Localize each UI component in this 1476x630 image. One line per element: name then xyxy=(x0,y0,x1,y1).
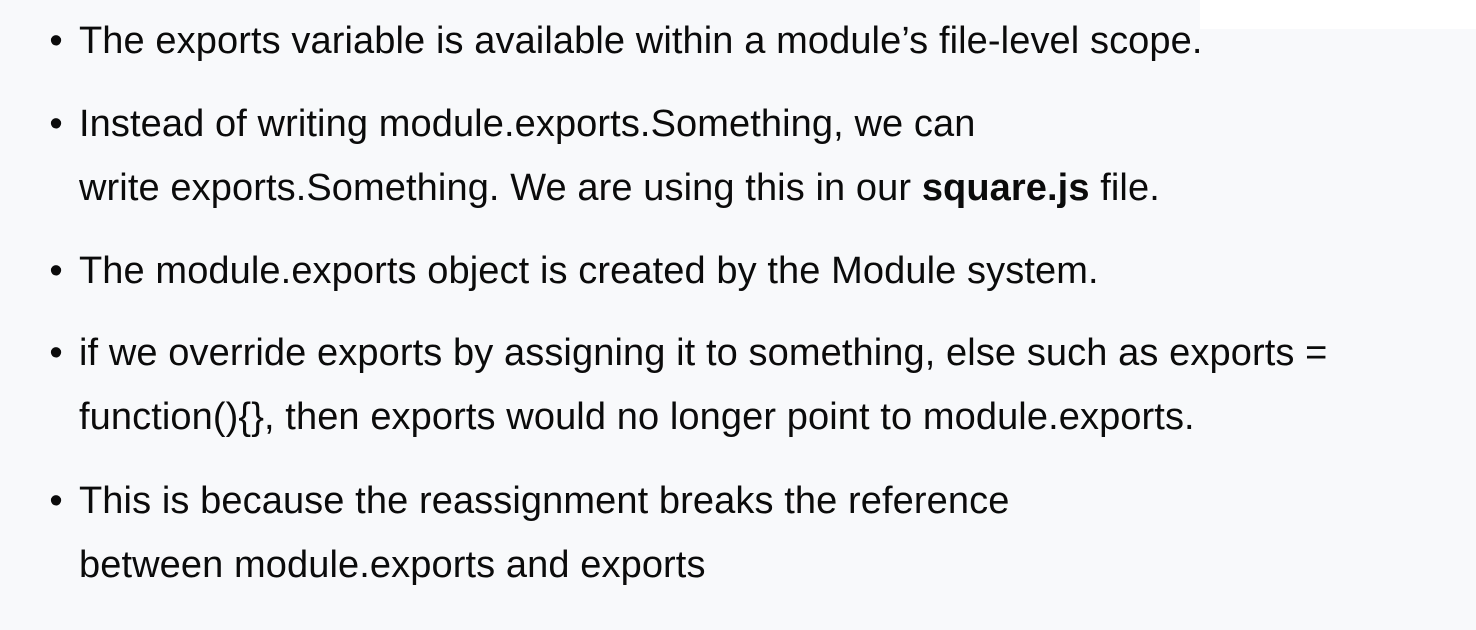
bullet-line: Instead of writing module.exports.Someth… xyxy=(79,103,976,145)
bullet-line: The module.exports object is created by … xyxy=(79,250,1099,292)
bullet-dot: • xyxy=(49,250,63,292)
bullet-line-text: write exports.Something. We are using th… xyxy=(79,167,922,209)
corner-panel xyxy=(1200,0,1476,29)
bullet-line: The exports variable is available within… xyxy=(79,20,1203,62)
filename-emphasis: square.js xyxy=(921,167,1090,209)
bullet-dot: • xyxy=(49,103,63,145)
bullet-line: between module.exports and exports xyxy=(79,544,706,586)
bullet-dot: • xyxy=(49,20,63,62)
bullet-dot: • xyxy=(49,480,63,522)
bullet-line: function(){}, then exports would no long… xyxy=(79,396,1195,438)
bullet-line-with-emphasis: write exports.Something. We are using th… xyxy=(79,169,1160,207)
bullet-line: if we override exports by assigning it t… xyxy=(79,332,1328,374)
bullet-dot: • xyxy=(49,332,63,374)
bullet-line: This is because the reassignment breaks … xyxy=(79,480,1010,522)
bullet-line-suffix: file. xyxy=(1089,167,1160,209)
